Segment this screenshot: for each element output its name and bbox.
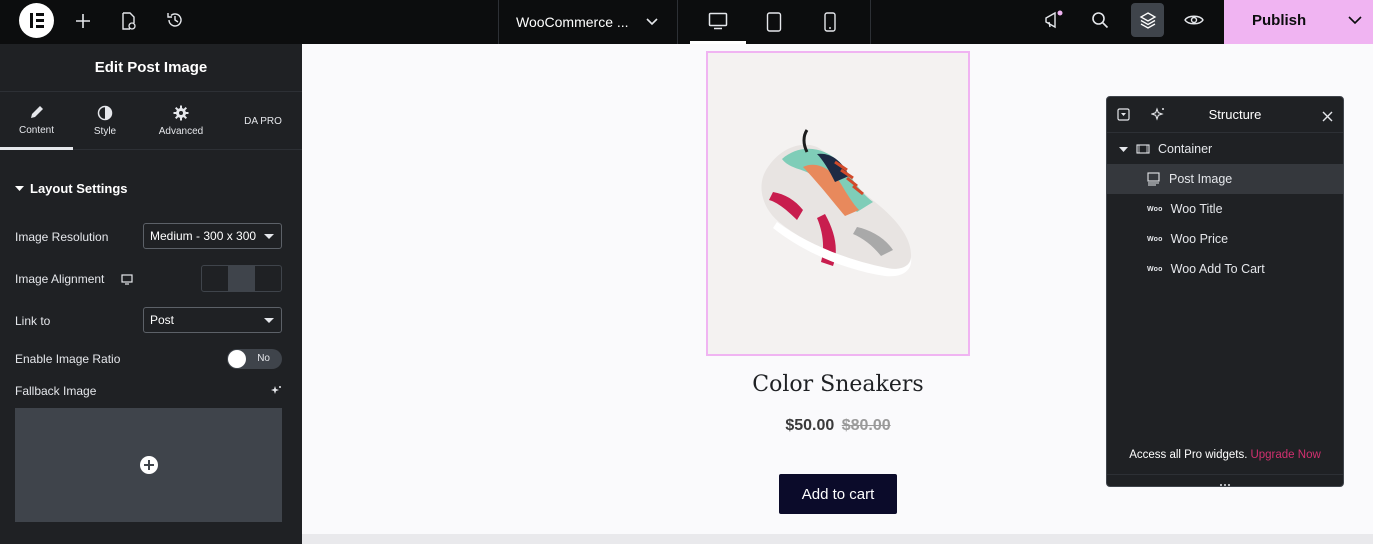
history-icon[interactable] [164, 9, 186, 31]
toggle-state: No [257, 353, 270, 364]
image-resolution-label: Image Resolution [15, 230, 109, 244]
structure-toggle-button[interactable] [1131, 3, 1164, 37]
chevron-down-icon [645, 14, 659, 31]
post-image-widget[interactable] [706, 51, 970, 356]
link-to-label: Link to [15, 314, 51, 328]
panel-tabs: Content Style Advanced DA PRO [0, 92, 302, 150]
upgrade-now-link[interactable]: Upgrade Now [1250, 449, 1320, 461]
pencil-icon [30, 105, 43, 118]
caret-down-icon [264, 234, 274, 239]
tab-advanced[interactable]: Advanced [143, 92, 219, 150]
structure-item-woo-price[interactable]: Woo Woo Price [1107, 224, 1343, 254]
align-center-button[interactable] [228, 266, 255, 291]
page-settings-icon[interactable] [117, 10, 139, 32]
link-to-select[interactable]: Post [143, 307, 282, 333]
tab-content[interactable]: Content [0, 92, 73, 150]
current-price: $50.00 [785, 417, 835, 434]
container-icon [1136, 144, 1150, 154]
tab-label: DA PRO [244, 115, 282, 127]
image-alignment-label: Image Alignment [15, 272, 105, 286]
woo-icon: Woo [1147, 235, 1163, 243]
ai-sparkle-icon[interactable] [270, 384, 282, 402]
toggle-knob [228, 350, 246, 368]
structure-item-label: Woo Add To Cart [1170, 262, 1265, 276]
add-image-icon [139, 456, 158, 474]
page-name: WooCommerce ... [516, 14, 629, 30]
desktop-view-button[interactable] [690, 0, 746, 44]
tab-style[interactable]: Style [73, 92, 137, 150]
gear-icon [173, 105, 189, 121]
structure-item-label: Post Image [1169, 172, 1233, 186]
old-price: $80.00 [841, 417, 891, 434]
pro-upsell: Access all Pro widgets. Upgrade Now [1107, 449, 1343, 461]
caret-down-icon [15, 186, 24, 191]
mobile-icon [824, 12, 836, 32]
mobile-view-button[interactable] [802, 0, 858, 44]
canvas-footer [302, 534, 1373, 544]
tab-label: Style [93, 126, 117, 137]
align-right-button[interactable] [255, 266, 281, 291]
elementor-logo-icon[interactable] [19, 3, 54, 38]
editor-panel: Edit Post Image Content Style Advanced D… [0, 44, 302, 544]
align-left-button[interactable] [202, 266, 228, 291]
search-icon[interactable] [1089, 9, 1111, 31]
section-title-label: Layout Settings [30, 181, 128, 196]
publish-label: Publish [1252, 12, 1307, 29]
product-price: $50.00 $80.00 [702, 417, 974, 435]
sneaker-image [761, 129, 912, 277]
structure-panel: Structure Container Post Image Woo Woo T… [1106, 96, 1344, 487]
publish-button[interactable]: Publish [1224, 0, 1373, 44]
half-circle-icon [97, 105, 113, 121]
caret-down-icon [264, 318, 274, 323]
top-bar: WooCommerce ... Publish [0, 0, 1373, 44]
image-alignment-choices [201, 265, 282, 292]
structure-item-woo-add-to-cart[interactable]: Woo Woo Add To Cart [1107, 254, 1343, 284]
resize-handle-icon[interactable] [1219, 475, 1231, 493]
add-icon[interactable] [72, 10, 94, 32]
section-layout-settings[interactable]: Layout Settings [15, 181, 128, 196]
enable-image-ratio-label: Enable Image Ratio [15, 352, 121, 366]
structure-item-label: Woo Title [1170, 202, 1223, 216]
woo-icon: Woo [1147, 205, 1163, 213]
fallback-image-label: Fallback Image [15, 384, 97, 398]
tablet-icon [766, 12, 782, 32]
divider [870, 0, 871, 44]
structure-item-label: Woo Price [1170, 232, 1229, 246]
structure-header: Structure [1107, 97, 1343, 133]
structure-item-woo-title[interactable]: Woo Woo Title [1107, 194, 1343, 224]
post-image-icon [1147, 172, 1160, 186]
tab-da-pro[interactable]: DA PRO [230, 92, 296, 150]
page-selector[interactable]: WooCommerce ... [498, 0, 678, 44]
structure-item-label: Container [1158, 142, 1213, 156]
image-resolution-value: Medium - 300 x 300 [150, 229, 257, 243]
add-to-cart-button[interactable]: Add to cart [779, 474, 897, 514]
product-title: Color Sneakers [752, 372, 924, 397]
notifications-icon[interactable] [1042, 9, 1064, 31]
preview-eye-icon[interactable] [1183, 9, 1205, 31]
link-to-value: Post [150, 313, 175, 327]
structure-item-post-image[interactable]: Post Image [1107, 164, 1343, 194]
chevron-down-icon[interactable] [1347, 12, 1363, 33]
structure-item-container[interactable]: Container [1107, 134, 1343, 164]
responsive-desktop-icon[interactable] [121, 272, 133, 290]
panel-title: Edit Post Image [0, 44, 302, 92]
enable-image-ratio-toggle[interactable]: No [227, 349, 282, 369]
woo-icon: Woo [1147, 265, 1163, 273]
desktop-icon [708, 12, 728, 29]
image-resolution-select[interactable]: Medium - 300 x 300 [143, 223, 282, 249]
caret-down-icon[interactable] [1119, 145, 1128, 154]
tab-label: Advanced [158, 126, 204, 137]
layers-icon [1139, 12, 1156, 29]
pro-upsell-text: Access all Pro widgets. [1129, 449, 1248, 461]
close-icon[interactable] [1322, 109, 1333, 127]
fallback-image-dropzone[interactable] [15, 408, 282, 522]
tab-label: Content [18, 124, 55, 136]
tablet-view-button[interactable] [746, 0, 802, 44]
